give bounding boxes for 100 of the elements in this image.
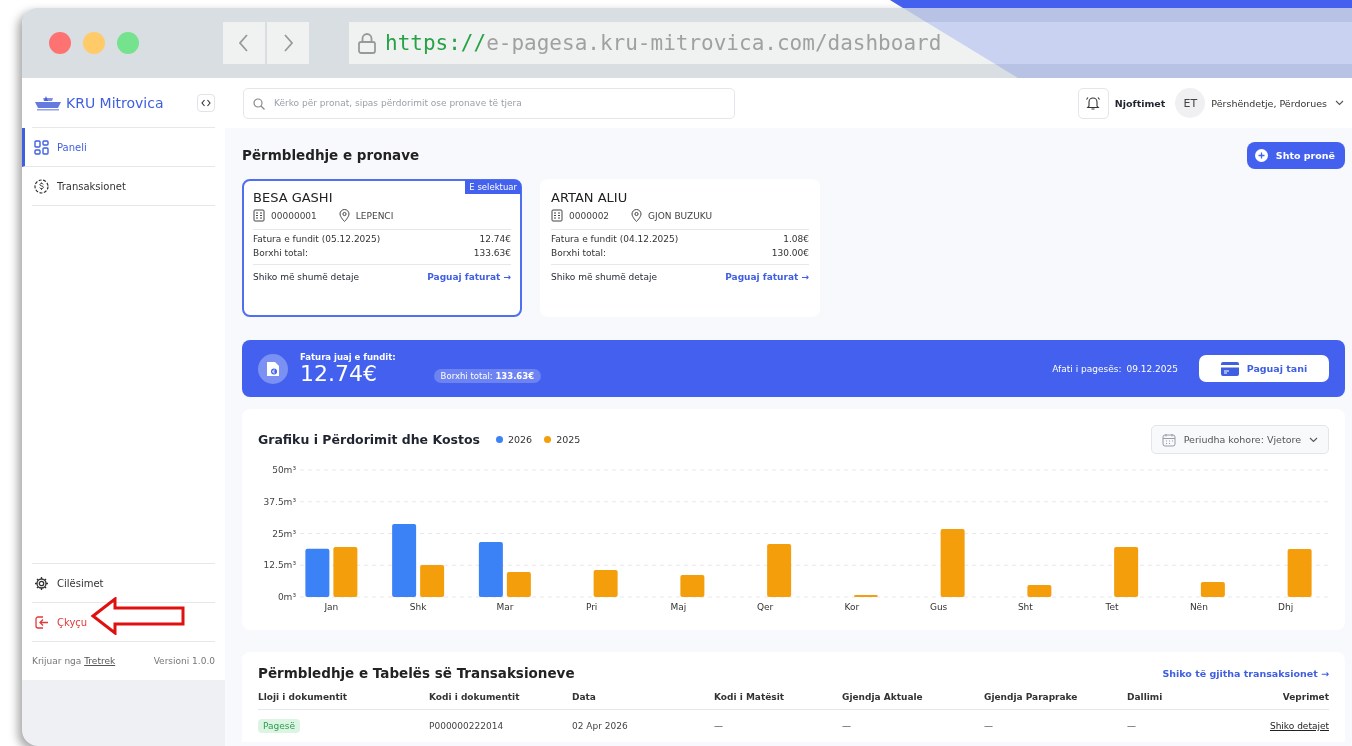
x-axis-label: Maj <box>670 602 687 612</box>
location-pin-icon <box>338 209 350 222</box>
y-axis-label: 0m³ <box>277 592 296 602</box>
y-axis-label: 37.5m³ <box>263 496 296 507</box>
invoice-label: Fatura e fundit (04.12.2025) <box>551 234 679 244</box>
column-header: Dallimi <box>1127 691 1164 702</box>
property-code: 00000001 <box>271 210 317 221</box>
y-axis-label: 50m³ <box>272 465 296 475</box>
table-cell-text: — <box>984 721 994 731</box>
chevron-down-icon <box>1309 436 1318 443</box>
bar <box>420 565 445 597</box>
x-axis-label: Sht <box>1017 602 1033 612</box>
property-location: LEPENCI <box>355 210 394 221</box>
bar <box>506 572 531 597</box>
credit-link[interactable]: Tretrek <box>84 656 116 666</box>
version-text: Versioni 1.0.0 <box>153 656 215 666</box>
pay-now-button[interactable]: Paguaj tani <box>1199 355 1329 382</box>
plus-circle-icon <box>1254 148 1268 162</box>
nav-item[interactable]: Transaksionet <box>32 167 215 206</box>
collapse-sidebar-button[interactable] <box>197 93 215 112</box>
column-header: Data <box>572 691 597 702</box>
debt-amount: 133.63€ <box>473 248 511 258</box>
debt-label: Borxhi total: <box>551 248 607 258</box>
table-cell-text: — <box>842 721 852 731</box>
settings-icon <box>34 575 49 591</box>
forward-button[interactable] <box>267 22 309 64</box>
search-field[interactable]: Kërko për pronat, sipas përdorimit ose pronave të tjera <box>243 87 735 119</box>
bar <box>1114 546 1139 597</box>
x-axis-label: Nën <box>1189 602 1208 612</box>
property-code: 0000002 <box>569 210 610 221</box>
minimize-button[interactable] <box>83 32 105 54</box>
bell-icon <box>1085 95 1102 111</box>
credit-text: Krijuar nga Tretrek <box>32 656 116 666</box>
bar <box>680 574 705 597</box>
notifications-button[interactable] <box>1077 87 1109 119</box>
x-axis-label: Shk <box>409 602 427 612</box>
bar <box>1200 582 1225 597</box>
bar <box>1287 549 1312 597</box>
dashboard-grid-icon <box>34 139 49 155</box>
debt-amount: 130.00€ <box>771 248 809 258</box>
close-button[interactable] <box>49 32 71 54</box>
search-icon <box>253 97 265 110</box>
add-property-button[interactable]: Shto pronë <box>1246 141 1345 169</box>
owner-name: BESA GASHI <box>253 190 334 205</box>
calendar-icon <box>1161 432 1176 447</box>
x-axis-label: Gus <box>929 602 948 612</box>
invoice-amount: 1.08€ <box>783 234 809 244</box>
user-menu[interactable]: Përshëndetje, Përdorues <box>1211 97 1344 109</box>
see-all-link[interactable]: Shiko të gjitha transaksionet → <box>1162 667 1329 679</box>
chevron-down-icon <box>1335 100 1344 106</box>
table-cell-text: P000000222014 <box>429 721 505 731</box>
bar <box>940 528 965 597</box>
property-card[interactable]: E selektuar BESA GASHI 00000001 LEPENCI Fatura e fundit (05.12.2025) 12.74€ Borxhi total: 133.63€ Shiko më shumë detaje Paguaj faturat → <box>242 179 522 317</box>
bar <box>333 546 358 597</box>
column-header: Lloji i dokumentit <box>258 691 349 702</box>
pay-invoices-link[interactable]: Paguaj faturat → <box>427 272 511 282</box>
invoice-label: Fatura juaj e fundit: <box>300 351 396 362</box>
table-cell-text: — <box>714 721 724 731</box>
legend-label: 2025 <box>556 434 581 445</box>
code-brackets-icon <box>201 98 211 107</box>
section-title: Përmbledhje e pronave <box>242 147 420 163</box>
x-axis-label: Dhj <box>1278 602 1294 612</box>
table-cell-text: 02 Apr 2026 <box>572 721 629 731</box>
owner-name: ARTAN ALIU <box>551 190 629 205</box>
document-type-badge: Pagesë <box>258 719 300 733</box>
debt-label: Borxhi total: <box>253 248 309 258</box>
building-icon <box>551 209 563 222</box>
back-button[interactable] <box>223 22 265 64</box>
bar <box>305 548 330 597</box>
url-text: https://e-pagesa.kru-mitrovica.com/dashboard <box>385 31 942 55</box>
invoice-amount: 12.74€ <box>300 361 378 386</box>
y-axis-label: 25m³ <box>272 528 296 539</box>
period-dropdown[interactable]: Periudha kohore: Vjetore <box>1150 425 1329 454</box>
total-debt-pill: Borxhi total: 133.63€ <box>433 368 542 383</box>
maximize-button[interactable] <box>117 32 139 54</box>
nav-item[interactable]: Cilësimet <box>32 564 215 603</box>
bar <box>853 594 878 597</box>
logout-icon <box>34 614 49 630</box>
column-header: Kodi i dokumentit <box>429 691 521 702</box>
x-axis-label: Qer <box>756 602 774 612</box>
x-axis-label: Jan <box>324 602 339 612</box>
bar <box>1027 585 1052 597</box>
boat-logo-icon <box>34 94 62 111</box>
invoice-amount: 12.74€ <box>479 234 511 244</box>
y-axis-label: 12.5m³ <box>263 560 296 571</box>
avatar: ET <box>1175 88 1206 118</box>
view-details-link[interactable]: Shiko detajet <box>1269 721 1329 731</box>
property-location: GJON BUZUKU <box>648 210 712 221</box>
table-cell-text: — <box>1127 721 1137 731</box>
x-axis-label: Tet <box>1105 602 1119 612</box>
dollar-coin-icon <box>34 178 49 194</box>
due-label: Afati i pagesës: <box>1052 363 1122 374</box>
nav-item[interactable]: Paneli <box>22 128 215 167</box>
pay-invoices-link[interactable]: Paguaj faturat → <box>725 272 809 282</box>
property-card[interactable]: ARTAN ALIU 0000002 GJON BUZUKU Fatura e fundit (04.12.2025) 1.08€ Borxhi total: 130.00€ Shiko më shumë detaje Paguaj faturat → <box>540 179 820 317</box>
column-header: Gjendja Aktuale <box>842 691 924 702</box>
x-axis-label: Kor <box>844 602 860 612</box>
nav-item[interactable]: Çkyçu <box>32 603 215 642</box>
building-icon <box>253 209 265 222</box>
due-date: 09.12.2025 <box>1126 363 1178 374</box>
